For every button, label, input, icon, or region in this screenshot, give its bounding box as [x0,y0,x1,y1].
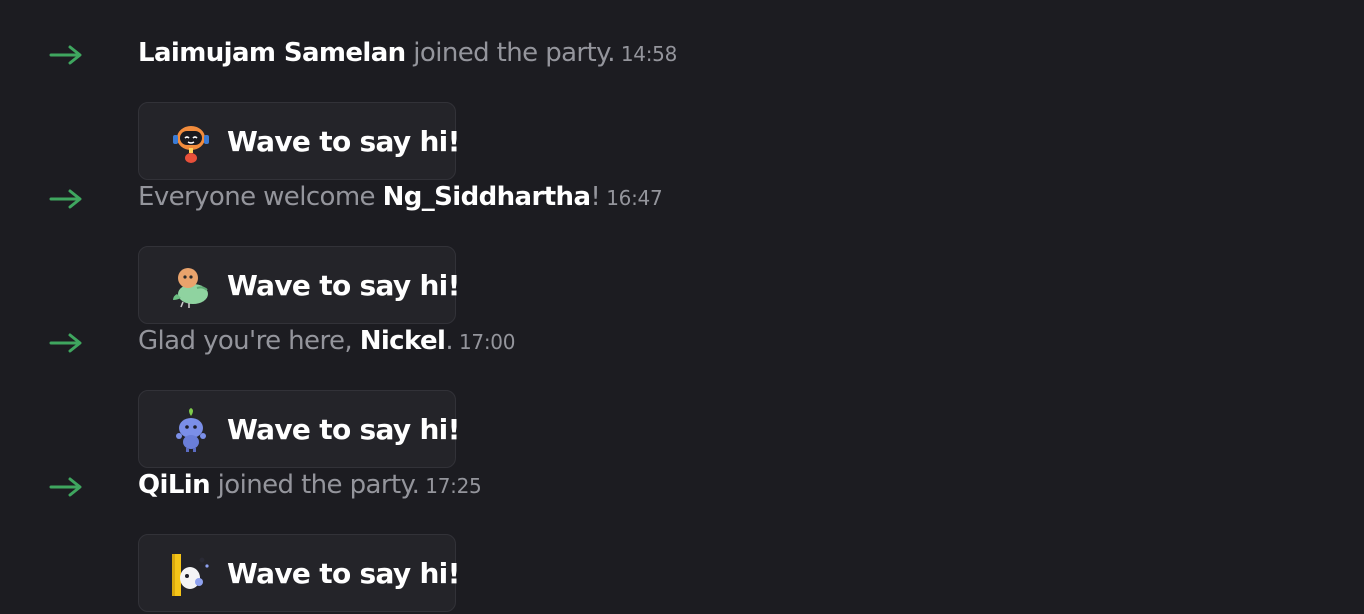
message-prefix: Everyone welcome [138,182,383,212]
green-bird-sticker-icon [173,268,208,308]
message-suffix: ! [590,182,601,212]
username[interactable]: Ng_Siddhartha [383,182,591,212]
username[interactable]: Laimujam Samelan [138,38,406,68]
join-message-text: QiLin joined the party. 17:25 [138,468,482,502]
join-message: Everyone welcome Ng_Siddhartha! 16:47 Wav… [0,174,1364,324]
wave-to-say-hi-button[interactable]: Wave to say hi! [138,534,460,612]
wave-button-label: Wave to say hi! [227,557,460,590]
wave-button-label: Wave to say hi! [227,413,460,446]
wave-to-say-hi-button[interactable]: Wave to say hi! [138,390,460,468]
timestamp[interactable]: 16:47 [606,186,662,210]
orange-headphone-robot-sticker-icon [173,126,209,163]
wave-to-say-hi-button[interactable]: Wave to say hi! [138,102,460,180]
message-suffix: joined the party. [405,38,615,68]
message-suffix: . [445,326,453,356]
username[interactable]: QiLin [138,470,211,500]
wave-button-label: Wave to say hi! [227,125,460,158]
join-arrow-icon [49,477,82,497]
join-arrow-icon [49,333,82,353]
join-message-text: Laimujam Samelan joined the party. 14:58 [138,36,677,70]
message-prefix: Glad you're here, [138,326,360,356]
join-message: Glad you're here, Nickel. 17:00 Wave to s… [0,318,1364,468]
timestamp[interactable]: 17:25 [425,474,481,498]
join-message: QiLin joined the party. 17:25 Wave to say… [0,462,1364,612]
peeking-ghost-sticker-icon [172,554,209,596]
system-message-feed: Laimujam Samelan joined the party. 14:58 … [0,0,1364,614]
join-message-text: Everyone welcome Ng_Siddhartha! 16:47 [138,180,663,214]
message-suffix: joined the party. [210,470,420,500]
blue-wumpus-sprout-sticker-icon [176,408,206,452]
join-message-text: Glad you're here, Nickel. 17:00 [138,324,515,358]
timestamp[interactable]: 17:00 [459,330,515,354]
join-message: Laimujam Samelan joined the party. 14:58 … [0,30,1364,180]
timestamp[interactable]: 14:58 [621,42,677,66]
join-arrow-icon [49,189,82,209]
wave-to-say-hi-button[interactable]: Wave to say hi! [138,246,460,324]
username[interactable]: Nickel [360,326,446,356]
join-arrow-icon [49,45,82,65]
wave-button-label: Wave to say hi! [227,269,460,302]
